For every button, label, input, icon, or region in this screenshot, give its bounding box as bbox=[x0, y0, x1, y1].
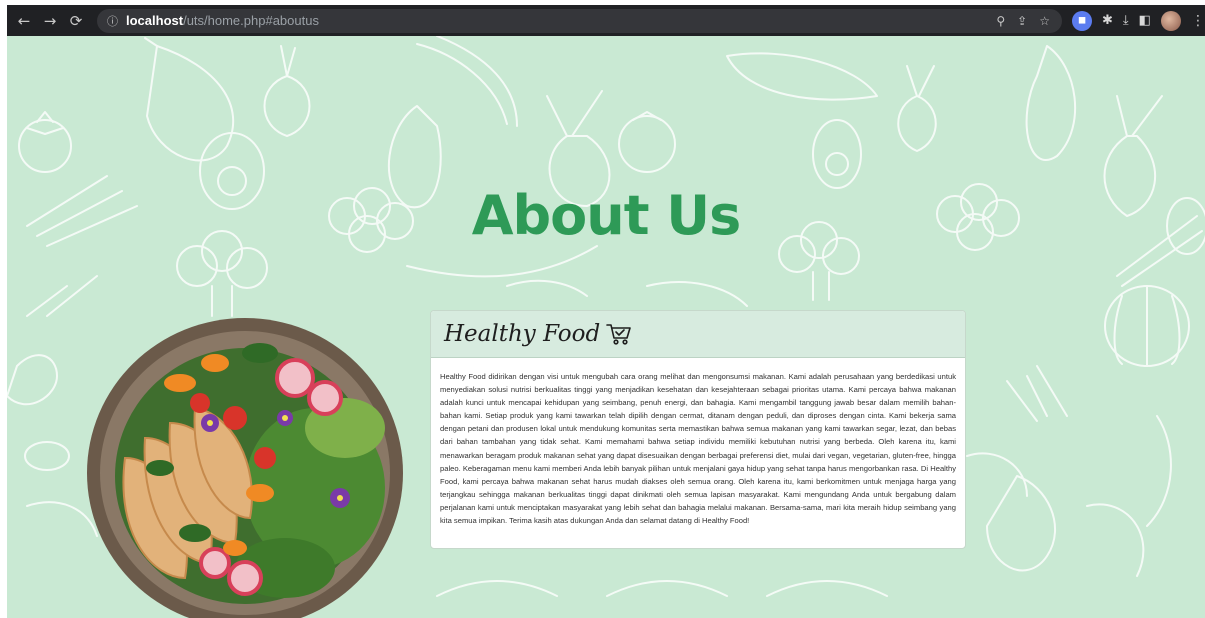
address-bar[interactable]: ⓘ localhost/uts/home.php#aboutus ⚲ ⇪ ☆ bbox=[97, 8, 1062, 33]
download-icon[interactable]: ⤓ bbox=[1123, 13, 1129, 28]
salad-bowl-image bbox=[85, 308, 415, 618]
browser-toolbar: ← → ⟳ ⓘ localhost/uts/home.php#aboutus ⚲… bbox=[7, 5, 1205, 36]
card-header: Healthy Food bbox=[431, 311, 965, 358]
puzzle-icon[interactable]: ✱ bbox=[1102, 13, 1113, 28]
card-title: Healthy Food bbox=[444, 321, 601, 347]
page-title: About Us bbox=[471, 184, 742, 247]
info-icon[interactable]: ⓘ bbox=[107, 13, 118, 29]
card-body-text: Healthy Food didirikan dengan visi untuk… bbox=[440, 372, 956, 526]
back-icon[interactable]: ← bbox=[13, 10, 35, 32]
page-viewport: About Us Healthy Food Healthy Food didir… bbox=[7, 36, 1205, 618]
about-card: Healthy Food Healthy Food didirikan deng… bbox=[430, 310, 966, 549]
cart-icon bbox=[606, 322, 632, 346]
sidepanel-icon[interactable]: ◧ bbox=[1139, 13, 1151, 28]
reload-icon[interactable]: ⟳ bbox=[65, 10, 87, 32]
menu-icon[interactable]: ⋮ bbox=[1191, 13, 1205, 29]
share-icon[interactable]: ⇪ bbox=[1017, 14, 1027, 28]
zoom-icon[interactable]: ⚲ bbox=[996, 14, 1005, 28]
url-host: localhost bbox=[126, 13, 184, 28]
url-path: /uts/home.php#aboutus bbox=[183, 13, 319, 28]
avatar[interactable] bbox=[1160, 10, 1181, 31]
star-icon[interactable]: ☆ bbox=[1039, 14, 1050, 28]
forward-icon[interactable]: → bbox=[39, 10, 61, 32]
extension-icon[interactable]: ◼ bbox=[1072, 10, 1092, 31]
